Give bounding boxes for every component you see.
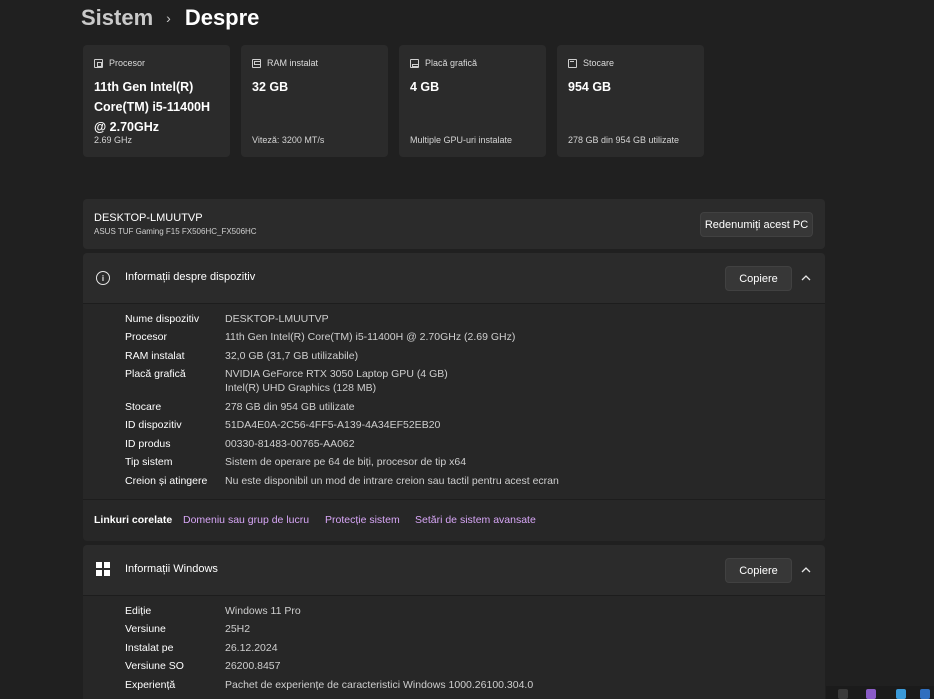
spec-card-storage: Stocare 954 GB 278 GB din 954 GB utiliza…	[557, 45, 704, 157]
detail-value[interactable]: Nu este disponibil un mod de intrare cre…	[225, 474, 745, 488]
taskbar-app-icon[interactable]	[838, 689, 848, 699]
detail-key: Instalat pe	[125, 642, 174, 654]
taskbar-fragment	[826, 686, 934, 699]
link-advanced-system-settings[interactable]: Setări de sistem avansate	[415, 514, 536, 526]
detail-value[interactable]: Windows 11 Pro	[225, 604, 745, 618]
spec-sub: 2.69 GHz	[94, 135, 133, 145]
spec-label: RAM instalat	[267, 58, 319, 68]
spec-sub: 278 GB din 954 GB utilizate	[568, 135, 680, 145]
processor-icon	[94, 58, 103, 68]
link-system-protection[interactable]: Protecție sistem	[325, 514, 400, 526]
spec-label: Procesor	[109, 58, 146, 68]
detail-value[interactable]: 25H2	[225, 622, 745, 636]
taskbar-app-icon[interactable]	[920, 689, 930, 699]
device-info-details: Nume dispozitiv DESKTOP-LMUUTVP Procesor 1…	[83, 303, 825, 499]
detail-value[interactable]: Sistem de operare pe 64 de biți, proceso…	[225, 455, 745, 469]
link-domain-workgroup[interactable]: Domeniu sau grup de lucru	[183, 514, 309, 526]
spec-card-ram: RAM instalat 32 GB Viteză: 3200 MT/s	[241, 45, 388, 157]
detail-value[interactable]: Pachet de experiențe de caracteristici W…	[225, 678, 745, 692]
detail-key: Procesor	[125, 331, 168, 343]
detail-key: ID produs	[125, 438, 171, 450]
spec-sub: Viteză: 3200 MT/s	[252, 135, 325, 145]
detail-value[interactable]: DESKTOP-LMUUTVP	[225, 312, 745, 326]
spec-sub: Multiple GPU-uri instalate	[410, 135, 513, 145]
spec-label: Stocare	[583, 58, 615, 68]
gpu-icon	[410, 58, 419, 68]
breadcrumb-parent-sistem[interactable]: Sistem	[81, 5, 153, 31]
windows-info-details: Ediție Windows 11 Pro Versiune 25H2 Instal…	[83, 595, 825, 699]
device-info-title: Informații despre dispozitiv	[125, 271, 256, 283]
spec-card-gpu: Placă grafică 4 GB Multiple GPU-uri inst…	[399, 45, 546, 157]
breadcrumb: Sistem › Despre	[81, 4, 259, 32]
chevron-right-icon: ›	[166, 10, 171, 26]
device-name: DESKTOP-LMUUTVP	[94, 212, 203, 224]
windows-info-title: Informații Windows	[125, 563, 218, 575]
spec-card-processor: Procesor 11th Gen Intel(R) Core(TM) i5-1…	[83, 45, 230, 157]
windows-logo-icon	[96, 562, 110, 576]
detail-key: Nume dispozitiv	[125, 313, 200, 325]
copy-windows-info-button[interactable]: Copiere	[725, 558, 792, 583]
detail-key: Creion și atingere	[125, 475, 208, 487]
spec-value: 32 GB	[252, 80, 289, 94]
spec-label: Placă grafică	[425, 58, 478, 68]
storage-icon	[568, 58, 577, 68]
detail-key: Experiență	[125, 679, 176, 691]
detail-value[interactable]: 00330-81483-00765-AA062	[225, 437, 745, 451]
detail-value[interactable]: 26200.8457	[225, 659, 745, 673]
related-links-title: Linkuri corelate	[94, 514, 173, 526]
detail-value[interactable]: 51DA4E0A-2C56-4FF5-A139-4A34EF52EB20	[225, 418, 745, 432]
detail-key: Placă grafică	[125, 368, 186, 380]
detail-key: ID dispozitiv	[125, 419, 182, 431]
detail-key: Ediție	[125, 605, 152, 617]
detail-key: Stocare	[125, 401, 162, 413]
rename-pc-button[interactable]: Redenumiți acest PC	[700, 212, 813, 237]
detail-value[interactable]: NVIDIA GeForce RTX 3050 Laptop GPU (4 GB…	[225, 367, 745, 381]
detail-key: Versiune	[125, 623, 166, 635]
detail-key: Tip sistem	[125, 456, 173, 468]
detail-value[interactable]: 11th Gen Intel(R) Core(TM) i5-11400H @ 2…	[225, 330, 745, 344]
spec-value: 11th Gen Intel(R) Core(TM) i5-11400H @ 2…	[94, 80, 211, 134]
chevron-up-icon[interactable]	[800, 272, 812, 284]
detail-value[interactable]: 26.12.2024	[225, 641, 745, 655]
info-icon: i	[96, 271, 110, 285]
detail-key: Versiune SO	[125, 660, 184, 672]
copy-device-info-button[interactable]: Copiere	[725, 266, 792, 291]
ram-icon	[252, 58, 261, 68]
detail-value[interactable]: 278 GB din 954 GB utilizate	[225, 400, 745, 414]
spec-cards: Procesor 11th Gen Intel(R) Core(TM) i5-1…	[83, 45, 704, 157]
device-name-bar: DESKTOP-LMUUTVP ASUS TUF Gaming F15 FX50…	[83, 199, 825, 249]
device-model: ASUS TUF Gaming F15 FX506HC_FX506HC	[94, 227, 257, 236]
detail-key: RAM instalat	[125, 350, 185, 362]
device-info-header[interactable]: i Informații despre dispozitiv Copiere	[83, 253, 825, 303]
taskbar-app-icon[interactable]	[866, 689, 876, 699]
related-links: Linkuri corelate Domeniu sau grup de luc…	[83, 499, 825, 541]
detail-value[interactable]: Intel(R) UHD Graphics (128 MB)	[225, 381, 745, 395]
chevron-up-icon[interactable]	[800, 564, 812, 576]
detail-value[interactable]: 32,0 GB (31,7 GB utilizabile)	[225, 349, 745, 363]
page-title: Despre	[184, 5, 260, 30]
taskbar-app-icon[interactable]	[896, 689, 906, 699]
spec-value: 4 GB	[410, 80, 440, 94]
spec-value: 954 GB	[568, 80, 612, 94]
windows-info-header[interactable]: Informații Windows Copiere	[83, 545, 825, 595]
